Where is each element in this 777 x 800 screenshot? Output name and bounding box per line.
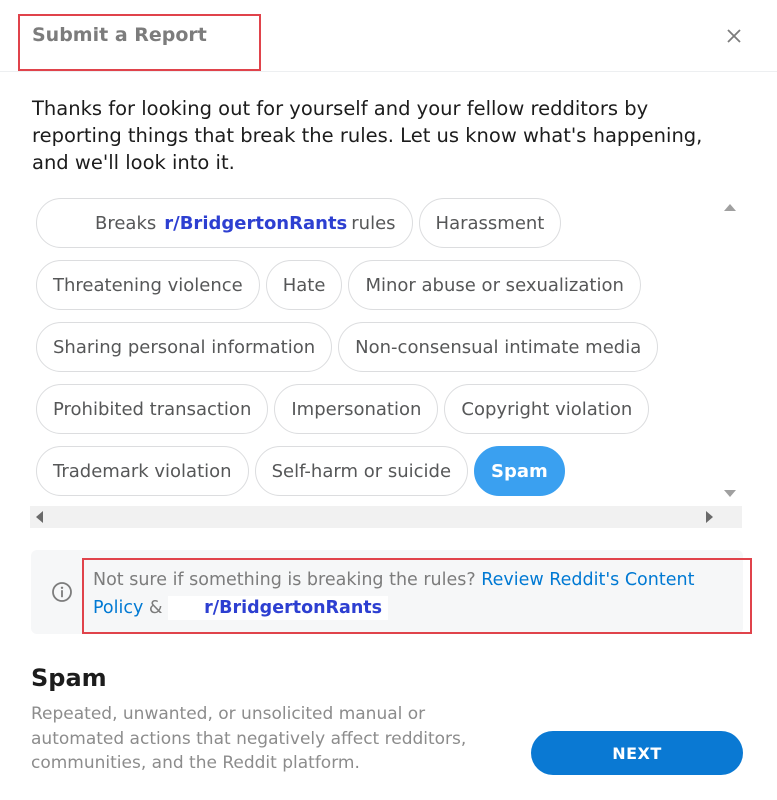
chip-breaks-subreddit-rules[interactable]: Breaks r/BridgertonRants rules (36, 198, 413, 248)
report-modal: Submit a Report Thanks for looking out f… (0, 0, 777, 800)
chip-harassment[interactable]: Harassment (418, 198, 562, 248)
selected-rule-title: Spam (31, 664, 107, 692)
chip-copyright-violation[interactable]: Copyright violation (444, 384, 650, 434)
close-icon (727, 29, 741, 43)
vertical-scrollbar[interactable] (718, 196, 742, 506)
chip-trademark-violation[interactable]: Trademark violation (36, 446, 249, 496)
chip-threatening-violence[interactable]: Threatening violence (36, 260, 260, 310)
chip-row: Breaks r/BridgertonRants rules Harassmen… (36, 198, 712, 248)
notice-highlight-box (82, 558, 752, 634)
modal-header: Submit a Report (0, 0, 777, 72)
report-reasons-list: Breaks r/BridgertonRants rules Harassmen… (30, 196, 742, 528)
chip-label-suffix: rules (351, 212, 396, 234)
chip-minor-abuse[interactable]: Minor abuse or sexualization (348, 260, 641, 310)
chip-hate[interactable]: Hate (265, 260, 343, 310)
chip-row: Trademark violation Self-harm or suicide… (36, 446, 712, 496)
chip-row: Prohibited transaction Impersonation Cop… (36, 384, 712, 434)
chips-container: Breaks r/BridgertonRants rules Harassmen… (36, 198, 712, 508)
info-icon (52, 582, 72, 602)
intro-text: Thanks for looking out for yourself and … (32, 97, 703, 174)
scroll-right-arrow-icon[interactable] (706, 511, 713, 523)
chip-impersonation[interactable]: Impersonation (274, 384, 439, 434)
next-button[interactable]: NEXT (531, 731, 743, 775)
chip-subreddit-name: r/BridgertonRants (164, 212, 348, 234)
chip-non-consensual-media[interactable]: Non-consensual intimate media (338, 322, 659, 372)
scroll-down-arrow-icon[interactable] (724, 490, 736, 497)
title-highlight-box (18, 14, 261, 71)
horizontal-scrollbar[interactable] (30, 506, 742, 528)
scroll-left-arrow-icon[interactable] (36, 511, 43, 523)
chip-label-prefix: Breaks (95, 212, 157, 234)
chip-spam[interactable]: Spam (474, 446, 565, 496)
chip-prohibited-transaction[interactable]: Prohibited transaction (36, 384, 269, 434)
scroll-up-arrow-icon[interactable] (724, 204, 736, 211)
chip-self-harm[interactable]: Self-harm or suicide (254, 446, 469, 496)
chip-sharing-personal-info[interactable]: Sharing personal information (36, 322, 333, 372)
selected-rule-description: Repeated, unwanted, or unsolicited manua… (31, 704, 467, 773)
close-button[interactable] (718, 20, 750, 52)
chip-row: Sharing personal information Non-consens… (36, 322, 712, 372)
chip-row: Threatening violence Hate Minor abuse or… (36, 260, 712, 310)
